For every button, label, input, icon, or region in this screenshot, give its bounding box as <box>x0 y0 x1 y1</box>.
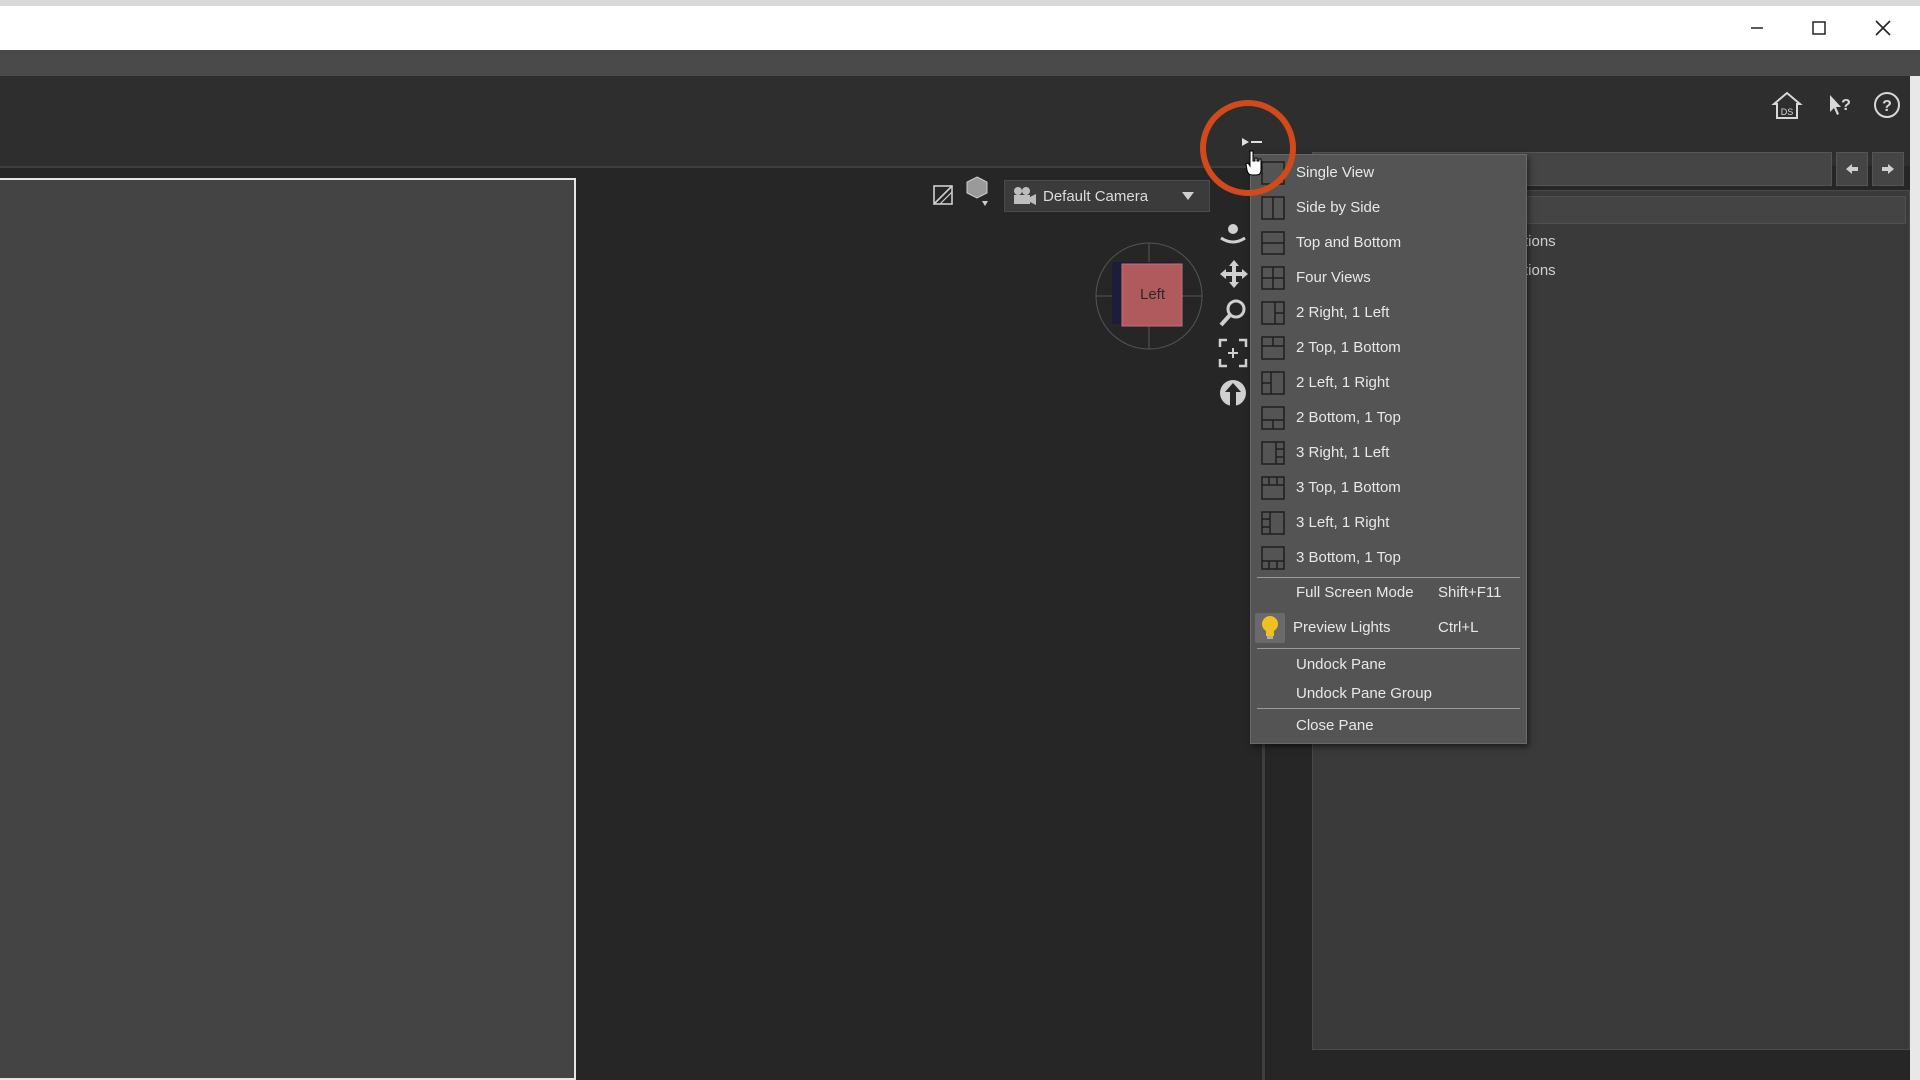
2left-1right-icon <box>1261 370 1285 395</box>
menu-item-label: Undock Pane <box>1296 655 1387 673</box>
menu-item-label: 3 Right, 1 Left <box>1296 444 1390 461</box>
menu-item-label: 3 Bottom, 1 Top <box>1296 549 1401 566</box>
3top-1bottom-icon <box>1261 475 1285 500</box>
hand-cursor-icon <box>1245 150 1262 176</box>
whats-this-button[interactable]: ? <box>1822 88 1856 122</box>
panel-back-button[interactable] <box>1836 152 1868 186</box>
chevron-down-icon <box>1182 192 1194 200</box>
viewport-layout-menu: Single View Side by Side Top and Bottom … <box>1250 154 1527 744</box>
menu-strip <box>0 50 1920 76</box>
menu-item-label: 2 Right, 1 Left <box>1296 304 1390 321</box>
menu-item-label: Four Views <box>1296 269 1371 286</box>
menu-item-3left-1right[interactable]: 3 Left, 1 Right <box>1251 505 1526 540</box>
menu-item-2right-1left[interactable]: 2 Right, 1 Left <box>1251 295 1526 330</box>
menu-item-label: Single View <box>1296 164 1375 181</box>
menu-item-side-by-side[interactable]: Side by Side <box>1251 190 1526 225</box>
maximize-button[interactable] <box>1788 6 1850 50</box>
minimize-button[interactable] <box>1726 6 1788 50</box>
menu-item-undock-pane-group[interactable]: Undock Pane Group <box>1251 678 1526 708</box>
home-button[interactable]: DS <box>1770 88 1804 122</box>
move-arrows-icon <box>1220 260 1248 288</box>
menu-item-label: Top and Bottom <box>1296 234 1402 251</box>
whats-this-icon: ? <box>1830 95 1851 115</box>
draw-style-button[interactable] <box>928 180 958 210</box>
view-cube[interactable]: Left <box>1094 240 1204 352</box>
svg-text:?: ? <box>1841 97 1851 114</box>
home-badge-text: DS <box>1781 107 1794 117</box>
viewport-canvas[interactable] <box>0 178 576 1080</box>
menu-item-label: 3 Top, 1 Bottom <box>1296 479 1401 496</box>
arrow-right-icon <box>1882 164 1894 174</box>
draw-style-icon <box>933 185 953 205</box>
menu-item-label: Side by Side <box>1296 199 1381 216</box>
cube-shade-icon <box>966 176 988 206</box>
menu-item-label: Undock Pane Group <box>1296 684 1432 702</box>
menu-item-undock-pane[interactable]: Undock Pane <box>1251 649 1526 679</box>
minimize-icon <box>1751 27 1763 29</box>
panel-row-text-2[interactable]: tions <box>1524 262 1556 279</box>
four-views-icon <box>1261 265 1285 290</box>
menu-item-2left-1right[interactable]: 2 Left, 1 Right <box>1251 365 1526 400</box>
maximize-icon <box>1812 21 1826 35</box>
menu-item-2bottom-1top[interactable]: 2 Bottom, 1 Top <box>1251 400 1526 435</box>
menu-item-label: Full Screen Mode <box>1296 584 1414 601</box>
cube-face-label: Left <box>1140 286 1166 303</box>
orbit-icon <box>1220 224 1246 244</box>
lightbulb-icon <box>1262 615 1278 639</box>
menu-item-shortcut: Ctrl+L <box>1438 619 1479 636</box>
menu-item-label: 2 Bottom, 1 Top <box>1296 409 1401 426</box>
2top-1bottom-icon <box>1261 335 1285 360</box>
menu-item-3bottom-1top[interactable]: 3 Bottom, 1 Top <box>1251 540 1526 575</box>
2right-1left-icon <box>1261 300 1285 325</box>
menu-item-label: 2 Left, 1 Right <box>1296 374 1390 391</box>
click-highlight-ring <box>1200 100 1296 196</box>
header-divider <box>0 166 1262 168</box>
help-button[interactable]: ? <box>1870 88 1904 122</box>
camera-selector[interactable]: Default Camera <box>1004 180 1210 212</box>
close-window-button[interactable] <box>1852 6 1914 50</box>
2bottom-1top-icon <box>1261 405 1285 430</box>
render-mode-button[interactable] <box>962 176 992 206</box>
frame-icon <box>1218 338 1248 368</box>
panel-row-text-1[interactable]: tions <box>1524 233 1556 250</box>
3bottom-1top-icon <box>1261 545 1285 570</box>
menu-item-label: Close Pane <box>1296 716 1374 734</box>
menu-item-close-pane[interactable]: Close Pane <box>1251 709 1526 741</box>
menu-item-preview-lights[interactable]: Preview Lights Ctrl+L <box>1251 610 1526 645</box>
camera-label: Default Camera <box>1043 187 1149 205</box>
panel-forward-button[interactable] <box>1872 152 1904 186</box>
3right-1left-icon <box>1261 440 1285 465</box>
camera-icon <box>1014 187 1036 205</box>
window-right-edge <box>1910 76 1920 1080</box>
up-arrow-circle-icon <box>1220 380 1246 406</box>
magnifier-icon <box>1219 299 1246 327</box>
mouse-cursor <box>1244 150 1264 181</box>
svg-text:?: ? <box>1882 98 1892 115</box>
menu-item-label: 2 Top, 1 Bottom <box>1296 339 1401 356</box>
side-by-side-icon <box>1261 195 1285 220</box>
top-bottom-icon <box>1261 230 1285 255</box>
menu-item-3right-1left[interactable]: 3 Right, 1 Left <box>1251 435 1526 470</box>
home-ds-icon: DS <box>1771 91 1803 119</box>
menu-item-full-screen[interactable]: Full Screen Mode Shift+F11 <box>1251 575 1526 610</box>
close-icon <box>1875 20 1891 36</box>
menu-item-four-views[interactable]: Four Views <box>1251 260 1526 295</box>
menu-item-shortcut: Shift+F11 <box>1438 584 1502 601</box>
3left-1right-icon <box>1261 510 1285 535</box>
menu-item-label: Preview Lights <box>1293 619 1391 636</box>
menu-item-top-and-bottom[interactable]: Top and Bottom <box>1251 225 1526 260</box>
menu-item-2top-1bottom[interactable]: 2 Top, 1 Bottom <box>1251 330 1526 365</box>
arrow-left-icon <box>1846 164 1858 174</box>
help-icon: ? <box>1874 92 1900 118</box>
menu-item-label: 3 Left, 1 Right <box>1296 514 1390 531</box>
menu-item-3top-1bottom[interactable]: 3 Top, 1 Bottom <box>1251 470 1526 505</box>
title-bar <box>0 0 1920 50</box>
